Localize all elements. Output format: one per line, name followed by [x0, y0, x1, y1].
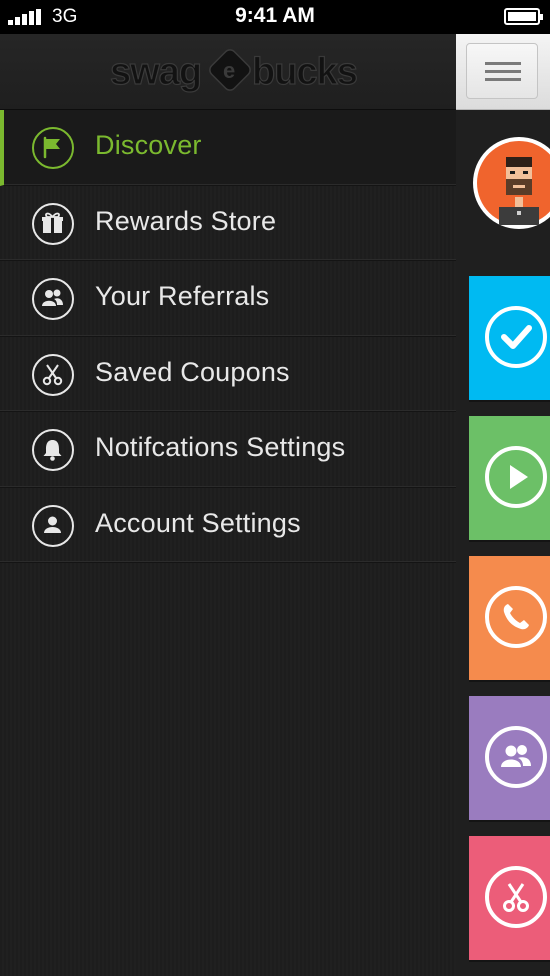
avatar[interactable]	[473, 137, 550, 229]
menu-item-label: Saved Coupons	[95, 356, 290, 387]
tile-play[interactable]	[469, 416, 550, 540]
scissors-icon	[32, 353, 74, 396]
menu-item-your-referrals[interactable]: Your Referrals	[0, 261, 456, 337]
play-icon	[485, 446, 547, 508]
tile-check[interactable]	[469, 276, 550, 400]
tile-phone[interactable]	[469, 556, 550, 680]
drawer-header: swag e bucks	[0, 34, 456, 110]
drawer-menu: Discover Rewards Store Your Referrals Sa…	[0, 110, 456, 563]
status-bar: 3G 9:41 AM	[0, 0, 550, 34]
svg-text:swag: swag	[110, 51, 201, 93]
tile-referrals[interactable]	[469, 696, 550, 820]
scissors-icon	[485, 866, 547, 928]
menu-item-label: Account Settings	[95, 507, 301, 538]
svg-text:bucks: bucks	[252, 51, 357, 93]
check-icon	[485, 306, 547, 368]
battery-icon	[504, 8, 543, 25]
menu-item-label: Rewards Store	[95, 205, 277, 236]
tile-coupons[interactable]	[469, 836, 550, 960]
menu-item-saved-coupons[interactable]: Saved Coupons	[0, 337, 456, 412]
menu-item-rewards-store[interactable]: Rewards Store	[0, 186, 456, 261]
gift-icon	[32, 202, 74, 245]
menu-item-label: Discover	[95, 130, 202, 160]
users-icon	[32, 278, 74, 320]
main-content-peek	[456, 34, 550, 976]
clock: 9:41 AM	[235, 4, 315, 27]
menu-item-notifications-settings[interactable]: Notifcations Settings	[0, 412, 456, 488]
menu-item-label: Your Referrals	[95, 281, 270, 311]
menu-toggle-button[interactable]	[456, 34, 550, 110]
menu-item-discover[interactable]: Discover	[0, 110, 456, 186]
hamburger-icon	[466, 43, 538, 99]
navigation-drawer: swag e bucks Discover Rewards Store Your…	[0, 34, 456, 976]
swagbucks-logo: swag e bucks	[0, 34, 456, 110]
flag-icon	[32, 127, 74, 169]
menu-item-label: Notifcations Settings	[95, 432, 346, 462]
users-icon	[485, 726, 547, 788]
svg-text:e: e	[223, 58, 235, 83]
phone-icon	[485, 586, 547, 648]
menu-item-account-settings[interactable]: Account Settings	[0, 488, 456, 563]
user-icon	[32, 504, 74, 547]
bell-icon	[32, 429, 74, 471]
